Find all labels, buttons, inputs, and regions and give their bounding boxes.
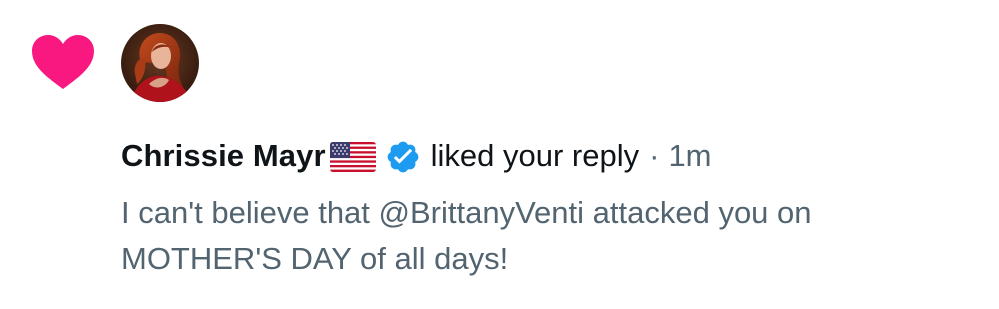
notification-card[interactable]: Chrissie Mayr liked your reply · 1m I ca… bbox=[0, 0, 999, 309]
action-text: liked your reply bbox=[430, 138, 640, 173]
timestamp: 1m bbox=[668, 138, 712, 173]
us-flag-icon bbox=[329, 142, 376, 172]
verified-badge-icon bbox=[385, 139, 421, 175]
avatar[interactable] bbox=[121, 24, 199, 102]
notification-headline: Chrissie Mayr liked your reply · 1m bbox=[121, 134, 981, 178]
user-name-link[interactable]: Chrissie Mayr bbox=[121, 138, 326, 174]
heart-icon bbox=[30, 34, 96, 90]
notification-content: Chrissie Mayr liked your reply · 1m I ca… bbox=[121, 134, 981, 282]
separator-dot: · bbox=[649, 138, 660, 173]
reply-text[interactable]: I can't believe that @BrittanyVenti atta… bbox=[121, 190, 981, 282]
